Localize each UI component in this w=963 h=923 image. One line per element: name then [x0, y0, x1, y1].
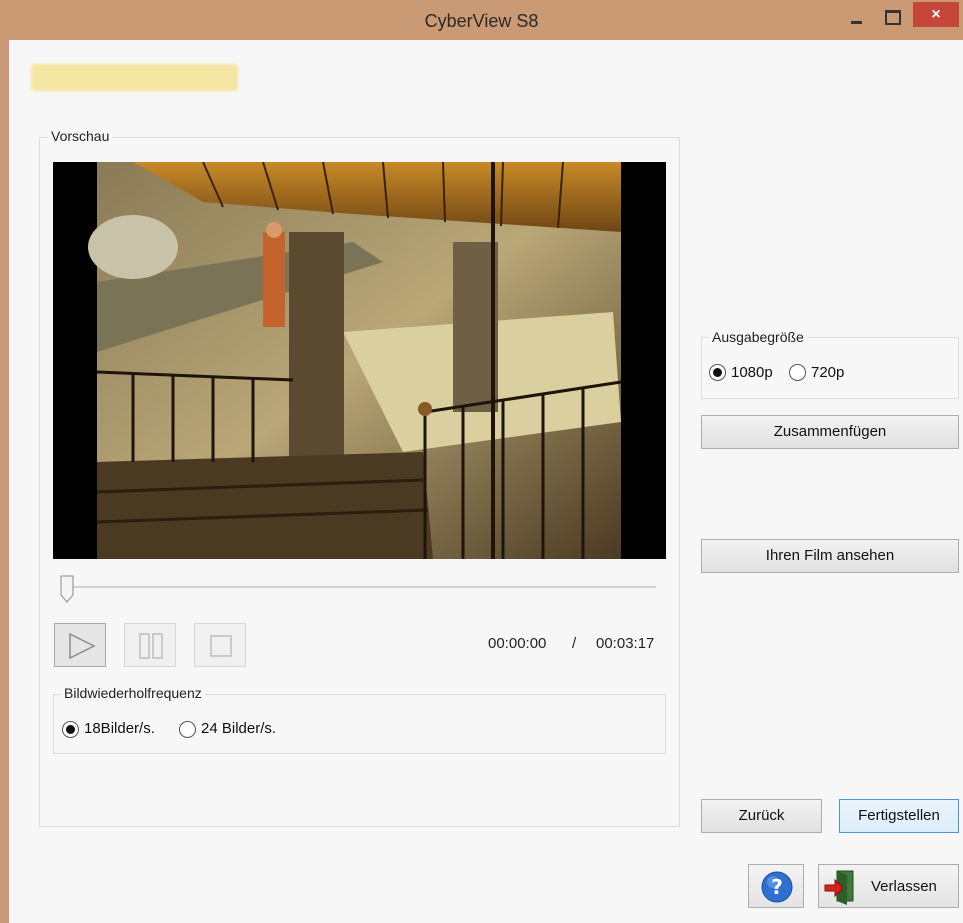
play-button[interactable]: [54, 623, 106, 667]
output-size-group-label: Ausgabegröße: [709, 329, 807, 345]
highlight-bar: [31, 64, 238, 91]
pause-icon: [139, 633, 163, 659]
output-size-label-720p: 720p: [811, 364, 845, 381]
video-preview: [53, 162, 666, 559]
minimize-icon[interactable]: [843, 6, 871, 28]
svg-text:?: ?: [771, 875, 783, 899]
stop-icon: [210, 635, 232, 657]
window-title: CyberView S8: [424, 11, 539, 31]
total-time: 00:03:17: [596, 635, 655, 652]
timeline-slider-thumb[interactable]: [60, 575, 74, 603]
help-button[interactable]: ?: [748, 864, 804, 908]
exit-button[interactable]: Verlassen: [818, 864, 959, 908]
time-separator: /: [572, 635, 577, 652]
stop-button[interactable]: [194, 623, 246, 667]
frame-rate-radio-18[interactable]: [62, 721, 79, 738]
output-size-radio-720p[interactable]: [789, 364, 806, 381]
title-bar: CyberView S8 ×: [0, 0, 963, 40]
play-icon: [69, 632, 96, 660]
current-time: 00:00:00: [488, 635, 547, 652]
output-size-radio-1080p[interactable]: [709, 364, 726, 381]
video-frame-image: [88, 162, 622, 559]
merge-button[interactable]: Zusammenfügen: [701, 415, 959, 449]
finish-button[interactable]: Fertigstellen: [839, 799, 959, 833]
exit-button-label: Verlassen: [871, 878, 937, 895]
frame-rate-label-24: 24 Bilder/s.: [201, 720, 277, 737]
frame-rate-radio-24[interactable]: [179, 721, 196, 738]
timeline-slider-track[interactable]: [67, 586, 656, 588]
back-button[interactable]: Zurück: [701, 799, 822, 833]
frame-rate-group-label: Bildwiederholfrequenz: [61, 685, 205, 701]
view-film-button[interactable]: Ihren Film ansehen: [701, 539, 959, 573]
preview-group-label: Vorschau: [48, 128, 113, 144]
pause-button[interactable]: [124, 623, 176, 667]
output-size-label-1080p: 1080p: [731, 364, 773, 381]
close-icon[interactable]: ×: [913, 2, 959, 27]
help-icon: ?: [761, 871, 793, 903]
exit-door-icon: [824, 870, 854, 905]
maximize-icon[interactable]: [878, 6, 906, 28]
frame-rate-label-18: 18Bilder/s.: [84, 720, 155, 737]
